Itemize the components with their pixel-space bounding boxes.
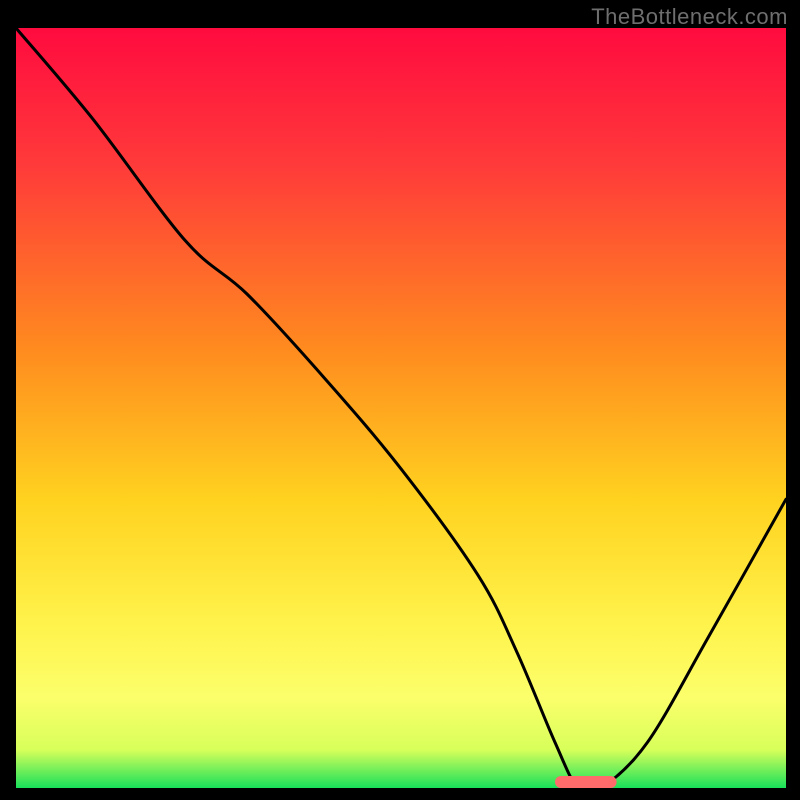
optimal-marker xyxy=(555,776,617,788)
plot-area xyxy=(16,28,786,788)
chart-frame: TheBottleneck.com xyxy=(0,0,800,800)
bottleneck-chart xyxy=(16,28,786,788)
watermark-label: TheBottleneck.com xyxy=(591,4,788,30)
